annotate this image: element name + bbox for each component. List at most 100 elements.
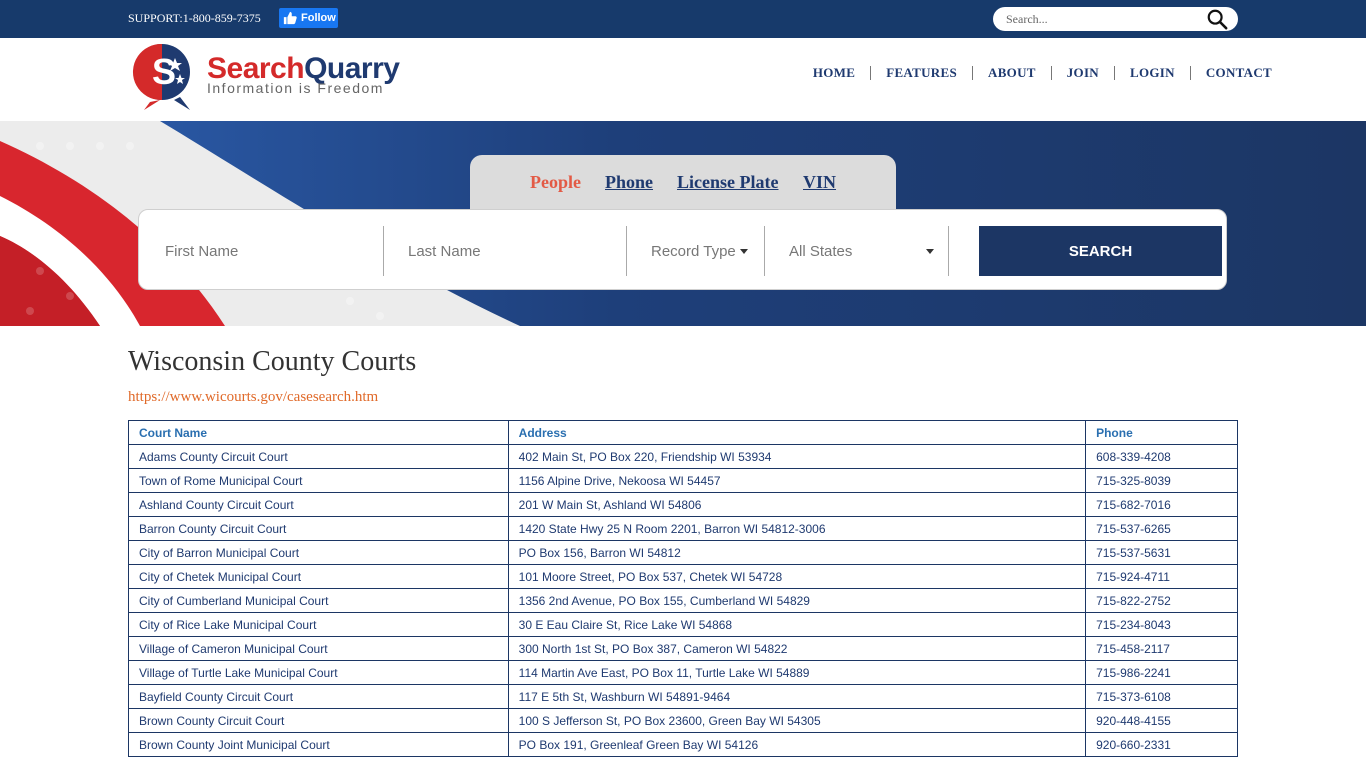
address-cell: 1156 Alpine Drive, Nekoosa WI 54457 [507,468,1087,493]
phone-cell: 715-924-4711 [1085,564,1238,589]
nav-divider [1050,66,1052,80]
first-name-field-wrap [165,226,355,276]
court-name-cell: City of Chetek Municipal Court [128,564,509,589]
court-name-cell: City of Cumberland Municipal Court [128,588,509,613]
nav-divider [870,66,872,80]
nav-divider [972,66,973,80]
search-button[interactable]: SEARCH [979,226,1222,276]
address-cell: 402 Main St, PO Box 220, Friendship WI 5… [507,444,1087,469]
court-name-cell: Village of Turtle Lake Municipal Court [128,660,509,685]
nav-divider [1114,66,1115,80]
site-search-input[interactable] [1006,11,1196,27]
court-name-cell: Village of Cameron Municipal Court [128,636,509,661]
header-address: Address [507,420,1087,445]
court-name-cell: Bayfield County Circuit Court [128,684,509,709]
nav-about[interactable]: ABOUT [988,65,1036,81]
court-name-cell: City of Rice Lake Municipal Court [128,612,509,637]
address-cell: 101 Moore Street, PO Box 537, Chetek WI … [507,564,1087,589]
court-name-cell: Brown County Circuit Court [128,708,509,733]
nav-join[interactable]: JOIN [1067,65,1099,81]
courts-table: Court Name Address Phone Adams County Ci… [128,420,1238,757]
court-name-cell: Ashland County Circuit Court [128,492,509,517]
last-name-input[interactable] [408,242,598,260]
address-cell: PO Box 191, Greenleaf Green Bay WI 54126 [507,732,1087,757]
site-search-box [993,7,1238,31]
brand-tagline: Information is Freedom [207,80,384,96]
main-nav: HOME FEATURES ABOUT JOIN LOGIN CONTACT [813,65,1272,81]
court-name-cell: City of Barron Municipal Court [128,540,509,565]
tab-vin[interactable]: VIN [803,172,836,193]
facebook-follow-button[interactable]: Follow [279,8,338,28]
follow-label: Follow [301,12,336,24]
court-name-cell: Barron County Circuit Court [128,516,509,541]
table-row: Brown County Joint Municipal Court PO Box… [128,732,1238,757]
tab-phone[interactable]: Phone [605,172,653,193]
table-row: City of Cumberland Municipal Court 1356 2… [128,588,1238,613]
people-search-form: Record Type All States SEARCH [138,209,1227,290]
tab-people[interactable]: People [530,172,581,193]
phone-cell: 715-537-6265 [1085,516,1238,541]
thumbs-up-icon [283,11,297,25]
record-type-select[interactable]: Record Type [651,226,748,276]
table-row: Adams County Circuit Court 402 Main St, P… [128,444,1238,469]
states-select[interactable]: All States [789,226,934,276]
states-label: All States [789,242,853,260]
source-link[interactable]: https://www.wicourts.gov/casesearch.htm [128,389,378,406]
court-name-cell: Adams County Circuit Court [128,444,509,469]
table-row: Village of Cameron Municipal Court 300 No… [128,636,1238,661]
phone-cell: 715-986-2241 [1085,660,1238,685]
table-row: Village of Turtle Lake Municipal Court 11… [128,660,1238,685]
phone-cell: 715-373-6108 [1085,684,1238,709]
field-divider [764,226,765,276]
field-divider [948,226,949,276]
phone-cell: 920-448-4155 [1085,708,1238,733]
address-cell: 300 North 1st St, PO Box 387, Cameron WI… [507,636,1087,661]
phone-cell: 715-458-2117 [1085,636,1238,661]
nav-divider [1189,66,1191,80]
nav-contact[interactable]: CONTACT [1206,65,1272,81]
search-tabs: People Phone License Plate VIN [470,155,896,211]
nav-home[interactable]: HOME [813,65,855,81]
phone-cell: 608-339-4208 [1085,444,1238,469]
table-row: City of Barron Municipal Court PO Box 156… [128,540,1238,565]
last-name-field-wrap [408,226,598,276]
tab-license-plate[interactable]: License Plate [677,172,778,193]
table-row: City of Rice Lake Municipal Court 30 E Ea… [128,612,1238,637]
nav-login[interactable]: LOGIN [1130,65,1175,81]
table-row: Brown County Circuit Court 100 S Jefferso… [128,708,1238,733]
phone-cell: 715-822-2752 [1085,588,1238,613]
court-name-cell: Brown County Joint Municipal Court [128,732,509,757]
first-name-input[interactable] [165,242,355,260]
page-title: Wisconsin County Courts [128,346,417,377]
header-phone: Phone [1085,420,1238,445]
table-row: Town of Rome Municipal Court 1156 Alpine … [128,468,1238,493]
support-phone: SUPPORT:1-800-859-7375 [128,11,261,25]
search-icon[interactable] [1206,8,1228,30]
record-type-label: Record Type [651,242,736,260]
field-divider [383,226,384,276]
address-cell: 100 S Jefferson St, PO Box 23600, Green … [507,708,1087,733]
phone-cell: 715-682-7016 [1085,492,1238,517]
table-row: Ashland County Circuit Court 201 W Main S… [128,492,1238,517]
chevron-down-icon [739,248,748,254]
top-bar: SUPPORT:1-800-859-7375 Follow [0,0,1366,38]
table-row: City of Chetek Municipal Court 101 Moore … [128,564,1238,589]
address-cell: 114 Martin Ave East, PO Box 11, Turtle L… [507,660,1087,685]
nav-features[interactable]: FEATURES [886,65,957,81]
phone-cell: 715-325-8039 [1085,468,1238,493]
address-cell: 1420 State Hwy 25 N Room 2201, Barron WI… [507,516,1087,541]
field-divider [626,226,627,276]
phone-cell: 715-537-5631 [1085,540,1238,565]
address-cell: 117 E 5th St, Washburn WI 54891-9464 [507,684,1087,709]
address-cell: 201 W Main St, Ashland WI 54806 [507,492,1087,517]
table-header-row: Court Name Address Phone [128,420,1238,445]
chevron-down-icon [926,248,934,254]
address-cell: PO Box 156, Barron WI 54812 [507,540,1087,565]
header-court-name: Court Name [128,420,509,445]
court-name-cell: Town of Rome Municipal Court [128,468,509,493]
table-row: Barron County Circuit Court 1420 State Hw… [128,516,1238,541]
table-row: Bayfield County Circuit Court 117 E 5th S… [128,684,1238,709]
phone-cell: 715-234-8043 [1085,612,1238,637]
address-cell: 1356 2nd Avenue, PO Box 155, Cumberland … [507,588,1087,613]
address-cell: 30 E Eau Claire St, Rice Lake WI 54868 [507,612,1087,637]
